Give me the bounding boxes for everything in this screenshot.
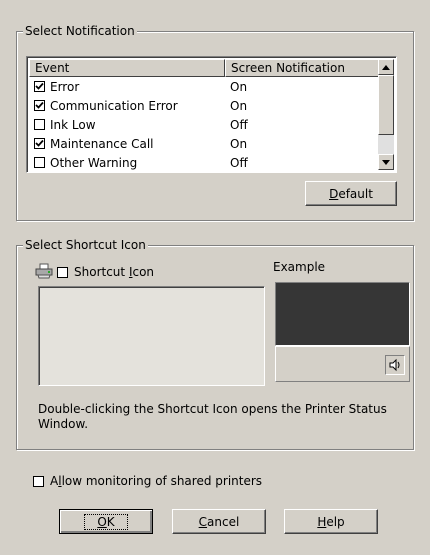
list-item[interactable]: Communication Error On: [29, 96, 379, 115]
icon-preview-area: [38, 286, 265, 386]
notification-group-title: Select Notification: [23, 24, 137, 38]
notification-value: Off: [230, 155, 248, 170]
event-checkbox[interactable]: [34, 100, 45, 111]
shortcut-description: Double-clicking the Shortcut Icon opens …: [38, 402, 387, 431]
event-name: Other Warning: [50, 155, 138, 170]
notification-value: Off: [230, 117, 248, 132]
example-label: Example: [273, 260, 326, 274]
event-name: Error: [50, 79, 80, 94]
list-item[interactable]: Maintenance Call On: [29, 134, 379, 153]
cancel-button[interactable]: Cancel: [172, 509, 266, 534]
shared-monitoring-label: Allow monitoring of shared printers: [50, 474, 263, 488]
vertical-scrollbar[interactable]: [378, 59, 394, 170]
event-name: Ink Low: [50, 117, 96, 132]
event-name: Maintenance Call: [50, 136, 154, 151]
list-header: Event Screen Notification: [29, 59, 379, 77]
scroll-down-arrow-icon: [382, 159, 390, 165]
event-rows: Error On Communication Error On Ink Low …: [29, 77, 379, 172]
shortcut-icon-checkbox-row[interactable]: Shortcut Icon: [57, 265, 154, 279]
column-header-event[interactable]: Event: [29, 59, 225, 77]
notification-group: Select Notification Event Screen Notific…: [16, 24, 414, 221]
event-name: Communication Error: [50, 98, 178, 113]
scroll-thumb[interactable]: [378, 75, 394, 135]
ok-button[interactable]: OK: [59, 509, 153, 534]
speaker-icon: [389, 358, 400, 372]
event-checkbox[interactable]: [34, 81, 45, 92]
shared-monitoring-row[interactable]: Allow monitoring of shared printers: [33, 474, 262, 488]
notification-value: On: [230, 79, 248, 94]
scroll-up-arrow-icon: [382, 64, 390, 70]
example-tray-icon: [385, 355, 405, 375]
example-desktop: [275, 282, 410, 346]
default-button[interactable]: Default: [305, 181, 397, 206]
notification-value: On: [230, 98, 248, 113]
shortcut-group-title: Select Shortcut Icon: [23, 238, 148, 252]
scroll-up-button[interactable]: [378, 59, 394, 75]
printer-icon: [35, 263, 53, 282]
list-item[interactable]: Other Warning Off: [29, 153, 379, 172]
event-checkbox[interactable]: [34, 119, 45, 130]
notification-value: On: [230, 136, 248, 151]
scroll-down-button[interactable]: [378, 154, 394, 170]
column-header-screen-notification[interactable]: Screen Notification: [225, 59, 379, 77]
event-list[interactable]: Event Screen Notification Error On Commu…: [26, 56, 397, 173]
help-button[interactable]: Help: [284, 509, 378, 534]
event-checkbox[interactable]: [34, 138, 45, 149]
shortcut-icon-checkbox[interactable]: [57, 266, 68, 278]
shared-monitoring-checkbox[interactable]: [33, 475, 44, 487]
event-checkbox[interactable]: [34, 157, 45, 168]
example-taskbar: [275, 346, 410, 382]
shortcut-icon-group: Select Shortcut Icon Shortcut Icon Examp…: [16, 238, 414, 450]
list-item[interactable]: Error On: [29, 77, 379, 96]
shortcut-icon-label: Shortcut Icon: [74, 265, 155, 279]
list-item[interactable]: Ink Low Off: [29, 115, 379, 134]
